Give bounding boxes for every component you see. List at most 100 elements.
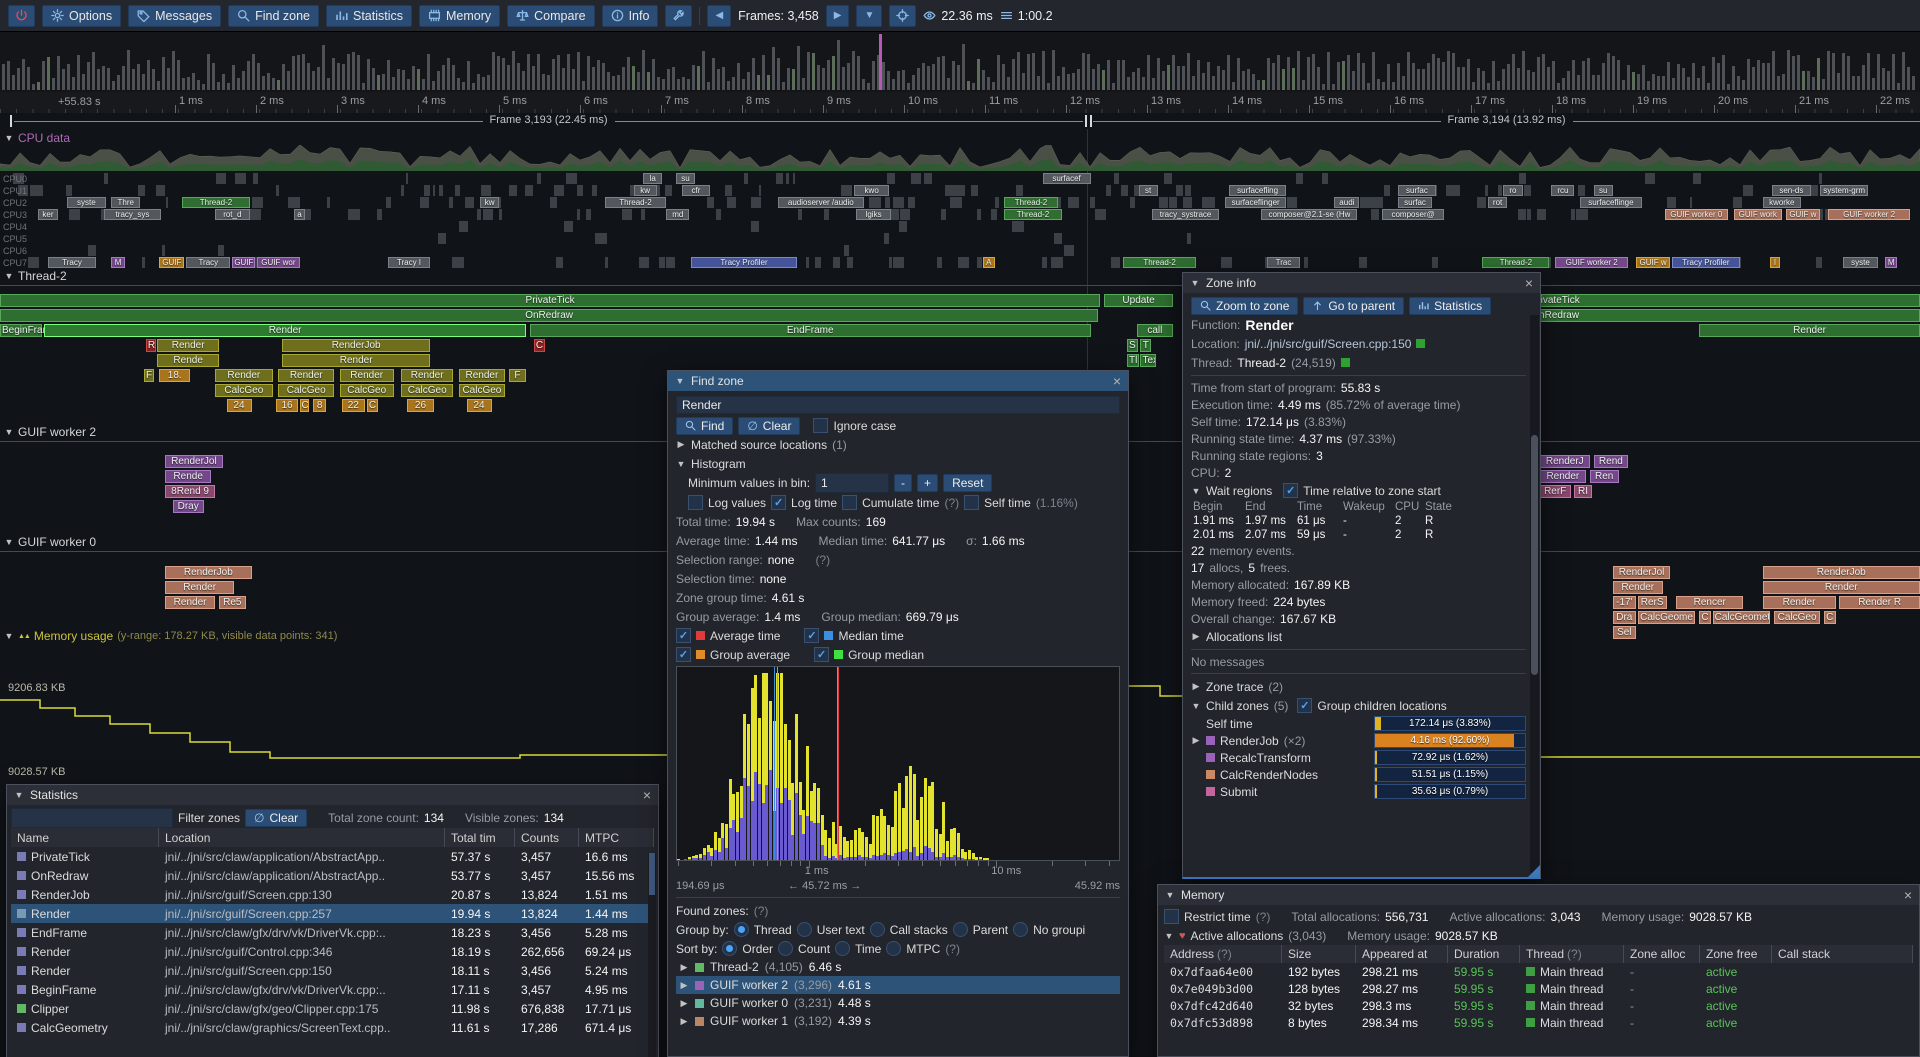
min-bin-increase-button[interactable]: + [917, 474, 938, 492]
find-button[interactable]: Find [676, 417, 733, 435]
cpu-zone[interactable]: su [1594, 185, 1613, 196]
relative-time-checkbox[interactable] [1283, 483, 1298, 498]
table-row[interactable]: CalcGeometryjni/../jni/src/claw/graphics… [11, 1018, 654, 1037]
cpu-zone[interactable]: kw [480, 197, 499, 208]
histogram-plot[interactable] [676, 666, 1120, 861]
cpu-zone[interactable]: M [111, 257, 124, 268]
timeline-zone[interactable]: Render [1613, 581, 1663, 594]
timeline-zone[interactable]: CalcGeo [1774, 611, 1820, 624]
histogram-header[interactable]: ▼Histogram [676, 454, 1120, 473]
zone-info-titlebar[interactable]: ▼ Zone info × [1183, 273, 1540, 293]
cpu-zone[interactable]: GUIF wor [257, 257, 299, 268]
cpu-zone[interactable]: Tracy [48, 257, 96, 268]
timeline-zone[interactable]: OnRedraw [0, 309, 1098, 322]
timeline-zone[interactable]: RenderJob [165, 566, 251, 579]
timeline-zone[interactable]: Render R [1839, 596, 1920, 609]
column-header-appeared-at[interactable]: Appeared at [1356, 945, 1448, 963]
clear-filter-button[interactable]: ∅Clear [245, 809, 307, 827]
timeline-zone[interactable]: C [300, 399, 310, 412]
cpu-zone[interactable]: Thre [111, 197, 140, 208]
allocations-table-header[interactable]: Address(?)SizeAppeared atDurationThread(… [1164, 945, 1913, 963]
legend-checkbox-median-time[interactable] [804, 628, 819, 643]
column-header-zone-free[interactable]: Zone free [1700, 945, 1772, 963]
frames-row[interactable]: Frame 3,193 (22.45 ms)Frame 3,194 (13.92… [0, 113, 1920, 129]
timeline-zone[interactable]: C [534, 339, 546, 352]
cpu-zone[interactable]: I [1770, 257, 1780, 268]
cpu-zone[interactable]: Tracy [186, 257, 230, 268]
cpu-zone[interactable]: GUIF w [1636, 257, 1671, 268]
timeline-zone[interactable]: S [1127, 339, 1138, 352]
memory-titlebar[interactable]: ▼ Memory × [1158, 885, 1919, 905]
timeline-zone[interactable]: Render [1763, 581, 1920, 594]
group-by-radio-no-groupi[interactable] [1013, 922, 1028, 937]
timeline-zone[interactable]: Render [215, 369, 273, 382]
timeline-zone[interactable]: Rencer [1676, 596, 1743, 609]
cpu-zone[interactable]: surfaceflinge [1580, 197, 1641, 208]
clear-button[interactable]: ∅Clear [738, 417, 800, 435]
timeline-zone[interactable]: RerS [1638, 596, 1667, 609]
log-time-checkbox[interactable] [771, 495, 786, 510]
child-zones-header[interactable]: ▼Child zones (5) Group children location… [1191, 696, 1526, 715]
goto-frame-button[interactable] [889, 5, 916, 27]
find-zone-titlebar[interactable]: ▼ Find zone × [668, 371, 1128, 391]
timeline-zone[interactable]: 22 [342, 399, 365, 412]
table-row[interactable]: Renderjni/../jni/src/guif/Control.cpp:34… [11, 942, 654, 961]
memory-usage-section-label[interactable]: ▼ ▲▲ Memory usage (y-range: 178.27 KB, v… [4, 629, 337, 643]
sort-by-radio-mtpc[interactable] [886, 941, 901, 956]
child-zone-row[interactable]: Self time172.14 μs (3.83%) [1191, 715, 1526, 732]
timeline-zone[interactable]: Rende [165, 470, 211, 483]
statistics-table-header[interactable]: NameLocationTotal timCountsMTPC [11, 828, 654, 847]
timeline-zone[interactable]: RerF [1540, 485, 1571, 498]
cpu-zone[interactable]: cfr [682, 185, 711, 196]
timeline-zone[interactable]: BeginFrame [0, 324, 42, 337]
statistics-button[interactable]: Statistics [1409, 297, 1491, 315]
timeline-zone[interactable]: EndFrame [530, 324, 1091, 337]
timeline-zone[interactable]: Render [157, 339, 218, 352]
timeline-zone[interactable]: Render [459, 369, 505, 382]
cpu-zone[interactable]: Tracy Profiler [1672, 257, 1739, 268]
scrollbar-thumb[interactable] [1531, 435, 1538, 675]
cpu-zone[interactable]: GUIF [232, 257, 255, 268]
toolbar-button-messages[interactable]: Messages [128, 5, 221, 27]
find-zone-search-input[interactable] [676, 396, 1120, 414]
frame-dropdown-button[interactable]: ▼ [856, 5, 882, 27]
timeline-zone[interactable]: call [1137, 324, 1173, 337]
cpu-zone[interactable]: a [294, 209, 306, 220]
toolbar-button-memory[interactable]: Memory [419, 5, 500, 27]
timeline-zone[interactable]: Render [44, 324, 526, 337]
timeline-zone[interactable]: 8 [313, 399, 326, 412]
cpu-zone[interactable]: GUIF worker 2 [1555, 257, 1628, 268]
cpu-zone[interactable]: GUIF w [1786, 209, 1821, 220]
cpu-zone[interactable]: Thread-2 [1482, 257, 1549, 268]
min-bin-input[interactable] [815, 473, 889, 493]
timeline-zone[interactable]: -17' [1613, 596, 1636, 609]
active-allocations-header[interactable]: ▼ ♥ Active allocations (3,043) Memory us… [1164, 926, 1913, 945]
column-header-call-stack[interactable]: Call stack [1772, 945, 1913, 963]
cpu-zone[interactable]: kw [634, 185, 657, 196]
next-frame-button[interactable]: ▶ [826, 5, 850, 27]
timeline-zone[interactable]: CalcGeome [1638, 611, 1696, 624]
timeline-zone[interactable]: C [1699, 611, 1711, 624]
column-header-location[interactable]: Location [159, 828, 445, 847]
cpu-zone[interactable]: ro [1503, 185, 1522, 196]
expand-icon[interactable]: ▶ [1191, 735, 1201, 746]
prev-frame-button[interactable]: ◀ [707, 5, 731, 27]
wait-region-row[interactable]: 2.01 ms2.07 ms59 μs-2R [1191, 528, 1526, 542]
zone-trace-header[interactable]: ▶Zone trace (2) [1191, 677, 1526, 696]
cpu-zone[interactable]: composer@ [1382, 209, 1443, 220]
timeline-zone[interactable]: RenderJ [1540, 455, 1590, 468]
table-row[interactable]: Renderjni/../jni/src/guif/Screen.cpp:257… [11, 904, 654, 923]
scrollbar-thumb[interactable] [649, 853, 655, 895]
log-values-checkbox[interactable] [688, 495, 703, 510]
table-row[interactable]: Clipperjni/../jni/src/claw/gfx/geo/Clipp… [11, 999, 654, 1018]
timeline-zone[interactable]: RenderJol [165, 455, 223, 468]
collapse-icon[interactable]: ▼ [4, 631, 14, 641]
found-zone-group[interactable]: ▶Thread-2(4,105)6.46 s [676, 958, 1120, 976]
child-zone-row[interactable]: ▶RenderJob(×2)4.16 ms (92.60%) [1191, 732, 1526, 749]
wait-region-row[interactable]: 1.91 ms1.97 ms61 μs-2R [1191, 514, 1526, 528]
cpu-zone[interactable]: Tracy I [388, 257, 430, 268]
sort-by-radio-order[interactable] [722, 941, 737, 956]
cpu-zone[interactable]: composer@2.1-se (Hw [1261, 209, 1357, 220]
cpu-zone[interactable]: Thread-2 [605, 197, 666, 208]
cumulate-time-checkbox[interactable] [842, 495, 857, 510]
